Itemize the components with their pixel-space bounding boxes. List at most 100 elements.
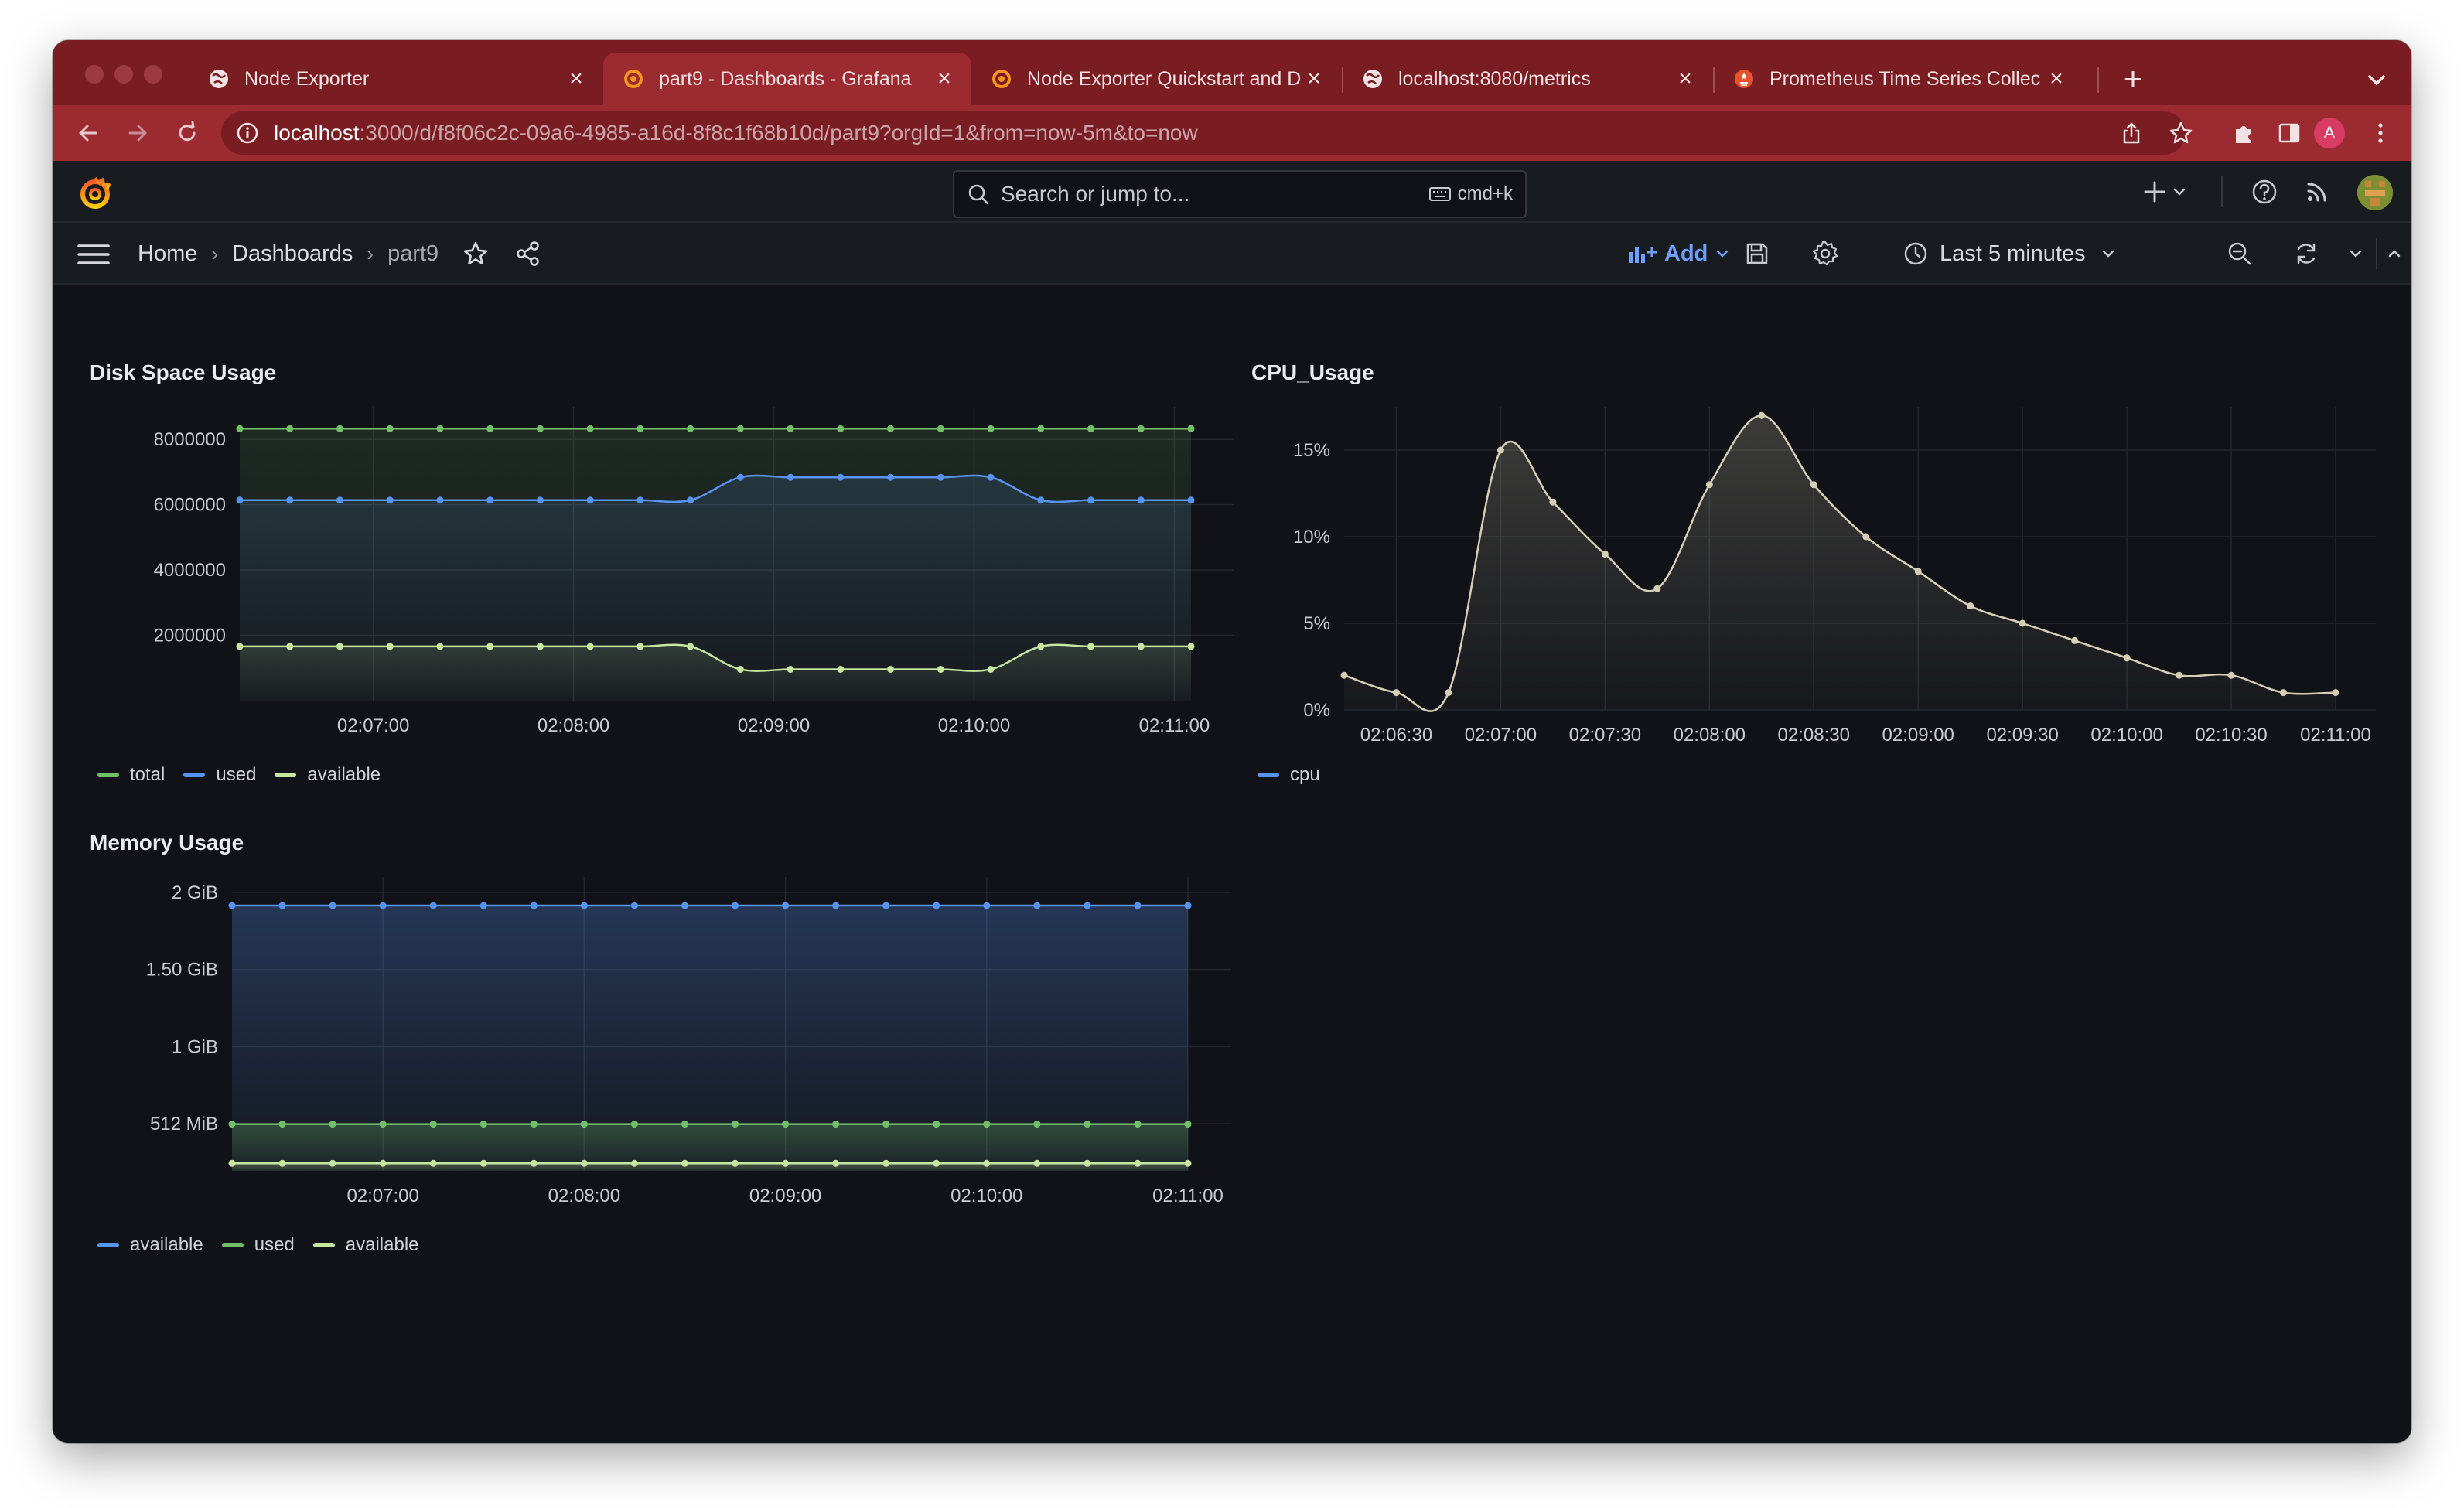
data-point[interactable]: [1187, 643, 1195, 650]
favorite-star-icon[interactable]: [462, 240, 490, 268]
data-point[interactable]: [479, 902, 487, 909]
data-point[interactable]: [228, 1121, 236, 1128]
data-point[interactable]: [586, 643, 594, 650]
data-point[interactable]: [2176, 671, 2183, 679]
data-point[interactable]: [1134, 1159, 1142, 1167]
add-panel-button[interactable]: Add: [1627, 235, 1731, 272]
refresh-icon[interactable]: [2288, 235, 2325, 272]
legend-item-used[interactable]: used: [183, 764, 256, 786]
data-point[interactable]: [1084, 902, 1091, 909]
data-point[interactable]: [630, 902, 638, 909]
tab-prometheus[interactable]: Prometheus Time Series Collec ×: [1714, 53, 2083, 105]
data-point[interactable]: [1033, 1121, 1041, 1128]
kebab-menu-icon[interactable]: [2365, 114, 2396, 152]
data-point[interactable]: [837, 665, 845, 673]
data-point[interactable]: [681, 1159, 688, 1167]
data-point[interactable]: [1653, 585, 1661, 592]
data-point[interactable]: [937, 665, 944, 673]
side-panel-icon[interactable]: [2271, 114, 2308, 152]
data-point[interactable]: [987, 425, 995, 432]
data-point[interactable]: [1033, 1159, 1041, 1167]
data-point[interactable]: [832, 902, 840, 909]
data-point[interactable]: [1084, 1121, 1091, 1128]
data-point[interactable]: [236, 425, 244, 432]
data-point[interactable]: [436, 496, 444, 504]
data-point[interactable]: [336, 425, 343, 432]
tab-grafana-part9[interactable]: part9 - Dashboards - Grafana ×: [603, 53, 971, 105]
data-point[interactable]: [1134, 902, 1142, 909]
data-point[interactable]: [2019, 619, 2026, 627]
data-point[interactable]: [1087, 496, 1095, 504]
close-tab-icon[interactable]: ×: [565, 67, 588, 90]
data-point[interactable]: [580, 1159, 588, 1167]
data-point[interactable]: [681, 902, 688, 909]
data-point[interactable]: [336, 496, 343, 504]
data-point[interactable]: [2280, 689, 2288, 697]
maximize-window-button[interactable]: [144, 65, 162, 84]
data-point[interactable]: [1137, 643, 1145, 650]
tab-node-exporter[interactable]: Node Exporter ×: [189, 53, 603, 105]
data-point[interactable]: [983, 1159, 991, 1167]
data-point[interactable]: [832, 1159, 840, 1167]
data-point[interactable]: [1033, 902, 1041, 909]
data-point[interactable]: [1134, 1121, 1142, 1128]
data-point[interactable]: [882, 1159, 890, 1167]
share-dashboard-icon[interactable]: [514, 240, 542, 268]
data-point[interactable]: [1340, 671, 1348, 679]
data-point[interactable]: [937, 425, 944, 432]
settings-gear-icon[interactable]: [1807, 235, 1844, 272]
data-point[interactable]: [987, 665, 995, 673]
data-point[interactable]: [736, 425, 744, 432]
search-input[interactable]: Search or jump to... cmd+k: [953, 170, 1527, 218]
data-point[interactable]: [933, 902, 940, 909]
new-plus-dropdown-icon[interactable]: [2141, 173, 2192, 210]
data-point[interactable]: [329, 1121, 336, 1128]
data-point[interactable]: [987, 473, 995, 481]
data-point[interactable]: [1549, 498, 1557, 506]
data-point[interactable]: [486, 643, 494, 650]
data-point[interactable]: [286, 425, 294, 432]
data-point[interactable]: [787, 473, 794, 481]
data-point[interactable]: [1914, 568, 1922, 575]
data-point[interactable]: [530, 902, 538, 909]
panel-disk-space-usage[interactable]: Disk Space Usage 2000000 4000000 6000000 80…: [90, 360, 1250, 809]
data-point[interactable]: [379, 1121, 387, 1128]
collapse-chevron-up-icon[interactable]: [2379, 235, 2410, 272]
data-point[interactable]: [736, 473, 744, 481]
data-point[interactable]: [429, 902, 437, 909]
data-point[interactable]: [630, 1121, 638, 1128]
close-tab-icon[interactable]: ×: [1674, 67, 1697, 90]
data-point[interactable]: [630, 1159, 638, 1167]
data-point[interactable]: [2332, 689, 2339, 697]
data-point[interactable]: [1037, 496, 1045, 504]
legend-item-available[interactable]: available: [312, 1234, 419, 1256]
legend-item-cpu[interactable]: cpu: [1258, 764, 1320, 786]
data-point[interactable]: [1392, 689, 1400, 697]
data-point[interactable]: [429, 1121, 437, 1128]
data-point[interactable]: [586, 496, 594, 504]
news-rss-icon[interactable]: [2298, 173, 2336, 210]
data-point[interactable]: [1037, 425, 1045, 432]
data-point[interactable]: [837, 473, 845, 481]
data-point[interactable]: [933, 1159, 940, 1167]
data-point[interactable]: [933, 1121, 940, 1128]
data-point[interactable]: [782, 1159, 790, 1167]
zoom-out-icon[interactable]: [2221, 235, 2258, 272]
data-point[interactable]: [429, 1159, 437, 1167]
data-point[interactable]: [286, 643, 294, 650]
data-point[interactable]: [782, 1121, 790, 1128]
breadcrumb-home[interactable]: Home: [138, 241, 197, 267]
breadcrumb-dashboards[interactable]: Dashboards: [232, 241, 353, 267]
data-point[interactable]: [2123, 654, 2131, 662]
user-avatar[interactable]: [2357, 175, 2393, 210]
bookmark-star-icon[interactable]: [2162, 114, 2200, 152]
data-point[interactable]: [1187, 425, 1195, 432]
data-point[interactable]: [1601, 550, 1609, 558]
data-point[interactable]: [278, 1159, 286, 1167]
data-point[interactable]: [536, 496, 544, 504]
data-point[interactable]: [479, 1121, 487, 1128]
extensions-icon[interactable]: [2226, 114, 2263, 152]
data-point[interactable]: [286, 496, 294, 504]
data-point[interactable]: [530, 1159, 538, 1167]
data-point[interactable]: [1810, 481, 1817, 489]
